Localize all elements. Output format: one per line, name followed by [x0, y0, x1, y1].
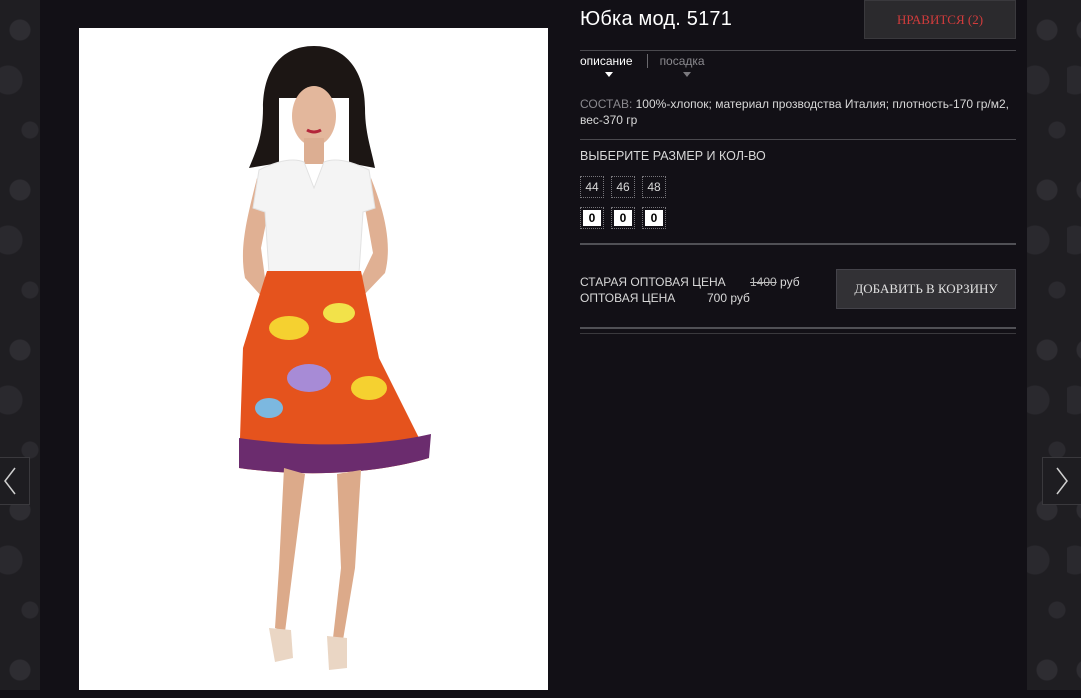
quantity-field-48[interactable]: 0 — [642, 207, 666, 229]
product-photo[interactable] — [79, 28, 548, 690]
quantity-field-44[interactable]: 0 — [580, 207, 604, 229]
quantity-value[interactable]: 0 — [645, 210, 663, 226]
model-illustration — [239, 46, 431, 670]
background-pattern-right — [1027, 0, 1081, 698]
price-value: 700 руб — [707, 291, 750, 305]
size-options: 44 46 48 — [580, 176, 666, 198]
tab-description[interactable]: описание — [580, 54, 647, 77]
old-price-row: СТАРАЯ ОПТОВАЯ ЦЕНА 1400 руб — [580, 274, 800, 290]
divider — [580, 327, 1016, 329]
divider — [580, 139, 1016, 140]
quantity-value[interactable]: 0 — [614, 210, 632, 226]
caret-down-icon — [605, 72, 613, 77]
chevron-left-icon — [4, 467, 16, 495]
chevron-right-icon — [1056, 467, 1068, 495]
tab-fit[interactable]: посадка — [646, 54, 719, 77]
tab-fit-label: посадка — [659, 54, 705, 68]
divider — [580, 50, 1016, 51]
product-title: Юбка мод. 5171 — [580, 8, 733, 30]
quantity-inputs: 0 0 0 — [580, 207, 666, 229]
quantity-value[interactable]: 0 — [583, 210, 601, 226]
price-row: ОПТОВАЯ ЦЕНА 700 руб — [580, 290, 800, 306]
background-pattern-left — [0, 0, 40, 698]
quantity-field-46[interactable]: 0 — [611, 207, 635, 229]
composition-value: 100%-хлопок; материал прозводства Италия… — [580, 97, 1010, 127]
add-to-cart-button[interactable]: ДОБАВИТЬ В КОРЗИНУ — [836, 269, 1016, 309]
next-product-button[interactable] — [1042, 457, 1081, 505]
size-44: 44 — [580, 176, 604, 198]
price-label: ОПТОВАЯ ЦЕНА — [580, 291, 676, 305]
old-price-label: СТАРАЯ ОПТОВАЯ ЦЕНА — [580, 275, 726, 289]
size-selection-title: ВЫБЕРИТЕ РАЗМЕР И КОЛ-ВО — [580, 149, 766, 163]
composition-text: СОСТАВ: 100%-хлопок; материал прозводств… — [580, 96, 1016, 128]
old-price-value: 1400 — [750, 275, 777, 289]
size-46: 46 — [611, 176, 635, 198]
price-block: СТАРАЯ ОПТОВАЯ ЦЕНА 1400 руб ОПТОВАЯ ЦЕН… — [580, 274, 800, 306]
like-button[interactable]: НРАВИТСЯ (2) — [864, 0, 1016, 39]
divider — [580, 333, 1016, 334]
tab-description-label: описание — [580, 54, 633, 68]
old-price-currency: руб — [780, 275, 800, 289]
composition-label: СОСТАВ: — [580, 97, 633, 111]
size-48: 48 — [642, 176, 666, 198]
previous-product-button[interactable] — [0, 457, 30, 505]
caret-down-icon — [682, 72, 691, 77]
bottom-ticker — [0, 690, 1081, 698]
product-tabs: описание посадка — [580, 54, 719, 77]
divider — [580, 243, 1016, 245]
